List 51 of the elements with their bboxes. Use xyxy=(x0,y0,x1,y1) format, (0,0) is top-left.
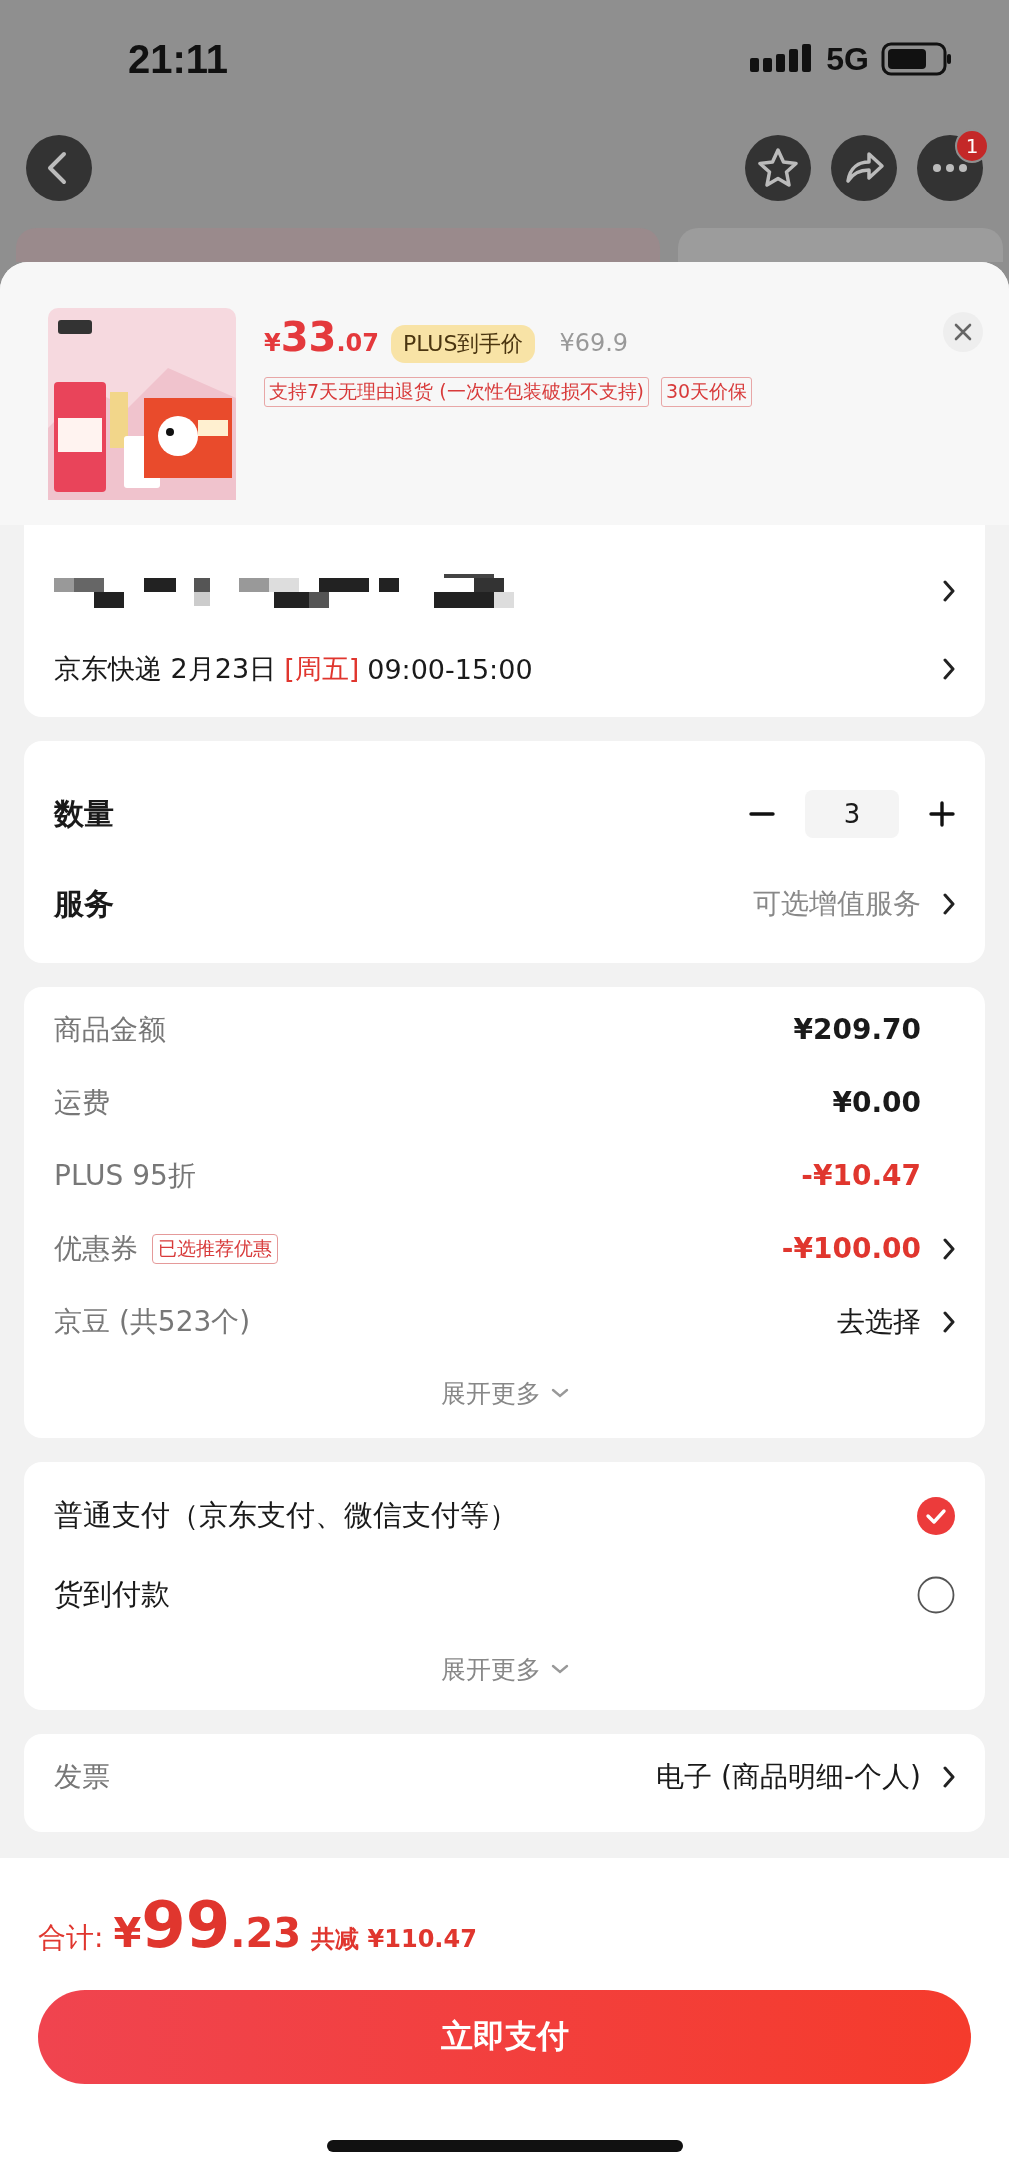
delivery-date: 京东快递 2月23日 xyxy=(54,652,277,686)
radio-icon[interactable] xyxy=(917,1575,955,1614)
total-price: ¥99.23 xyxy=(113,1888,302,1962)
payment-option[interactable]: 普通支付（京东支付、微信支付等） xyxy=(54,1495,518,1536)
choose-link[interactable]: 去选择 xyxy=(837,1302,921,1341)
chevron-right-icon[interactable] xyxy=(943,1766,955,1788)
chevron-right-icon[interactable] xyxy=(943,1237,955,1260)
price-item-label: PLUS 95折 xyxy=(54,1157,196,1194)
product-price: ¥33.07 xyxy=(264,314,379,360)
price-item-label: 优惠券 xyxy=(54,1230,138,1267)
expand-more-link[interactable]: 展开更多 xyxy=(440,1652,569,1686)
chevron-down-icon xyxy=(550,1388,569,1398)
price-value: -¥10.47 xyxy=(801,1159,921,1192)
share-icon[interactable] xyxy=(831,135,897,201)
price-label: PLUS到手价 xyxy=(390,325,536,363)
service-tag: 30天价保 xyxy=(660,377,753,407)
price-item-label: 运费 xyxy=(54,1084,110,1121)
payment-option[interactable]: 货到付款 xyxy=(54,1574,170,1615)
plus-icon[interactable] xyxy=(929,801,955,827)
network-label: 5G xyxy=(826,40,869,78)
quantity-label: 数量 xyxy=(54,794,114,833)
price-value: ¥209.70 xyxy=(793,1013,921,1046)
service-tag: 支持7天无理由退货 (一次性包装破损不支持) xyxy=(264,377,649,407)
invoice-label: 发票 xyxy=(54,1759,110,1795)
delivery-weekday: [周五] xyxy=(284,652,360,686)
notification-badge: 1 xyxy=(955,129,989,163)
invoice-value[interactable]: 电子 (商品明细-个人) xyxy=(656,1758,921,1796)
service-label: 服务 xyxy=(54,884,114,923)
chevron-right-icon[interactable] xyxy=(943,580,955,602)
chevron-right-icon[interactable] xyxy=(943,893,955,915)
pay-button[interactable]: 立即支付 xyxy=(38,1990,971,2084)
close-icon[interactable] xyxy=(943,312,983,352)
total-savings: 共减 ¥110.47 xyxy=(311,1924,477,1955)
price-item-label: 商品金额 xyxy=(54,1011,166,1048)
total-label: 合计: xyxy=(38,1920,104,1956)
status-time: 21:11 xyxy=(128,36,229,82)
radio-checked-icon[interactable] xyxy=(917,1496,955,1535)
battery-icon xyxy=(881,42,953,76)
coupon-tag: 已选推荐优惠 xyxy=(152,1233,278,1264)
chevron-down-icon xyxy=(550,1664,569,1674)
original-price: ¥69.9 xyxy=(559,329,629,357)
chevron-right-icon[interactable] xyxy=(943,1310,955,1333)
back-icon[interactable] xyxy=(26,135,92,201)
expand-more-link[interactable]: 展开更多 xyxy=(440,1376,569,1410)
price-value: ¥0.00 xyxy=(832,1086,921,1119)
price-value: -¥100.00 xyxy=(781,1232,921,1265)
price-item-label: 京豆 (共523个) xyxy=(54,1303,251,1340)
chevron-right-icon[interactable] xyxy=(943,658,955,680)
service-value: 可选增值服务 xyxy=(753,886,921,922)
delivery-time: 09:00-15:00 xyxy=(367,653,533,685)
quantity-field[interactable]: 3 xyxy=(805,790,899,838)
